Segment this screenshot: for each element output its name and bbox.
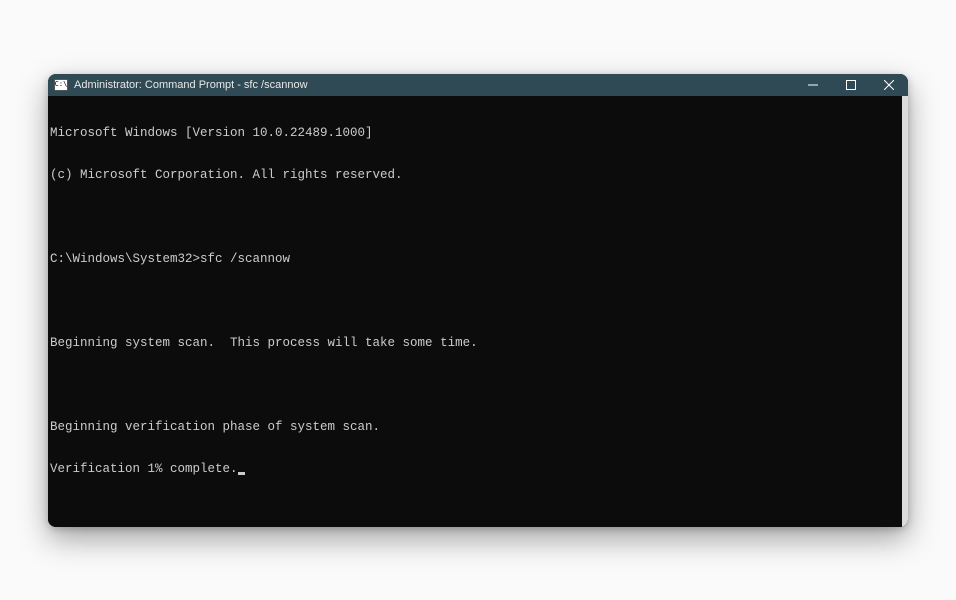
prompt-line: C:\Windows\System32>sfc /scannow: [50, 252, 906, 266]
output-line: Verification 1% complete.: [50, 462, 906, 476]
prompt-command: sfc /scannow: [200, 252, 290, 266]
minimize-button[interactable]: [794, 74, 832, 96]
titlebar[interactable]: C:\ Administrator: Command Prompt - sfc …: [48, 74, 908, 96]
output-line: [50, 294, 906, 308]
window-title: Administrator: Command Prompt - sfc /sca…: [74, 79, 794, 91]
window-controls: [794, 74, 908, 96]
app-icon: C:\: [54, 79, 68, 91]
maximize-icon: [846, 80, 856, 90]
terminal-output: Microsoft Windows [Version 10.0.22489.10…: [48, 96, 908, 506]
output-line: [50, 210, 906, 224]
output-line: [50, 378, 906, 392]
terminal-body[interactable]: Microsoft Windows [Version 10.0.22489.10…: [48, 96, 908, 527]
output-line: Beginning system scan. This process will…: [50, 336, 906, 350]
scrollbar[interactable]: [902, 96, 908, 527]
prompt-path: C:\Windows\System32>: [50, 252, 200, 266]
close-icon: [884, 80, 894, 90]
maximize-button[interactable]: [832, 74, 870, 96]
output-line: (c) Microsoft Corporation. All rights re…: [50, 168, 906, 182]
minimize-icon: [808, 80, 818, 90]
command-prompt-window: C:\ Administrator: Command Prompt - sfc …: [48, 74, 908, 527]
output-line: Beginning verification phase of system s…: [50, 420, 906, 434]
text-cursor: [238, 472, 245, 475]
output-line: Microsoft Windows [Version 10.0.22489.10…: [50, 126, 906, 140]
close-button[interactable]: [870, 74, 908, 96]
